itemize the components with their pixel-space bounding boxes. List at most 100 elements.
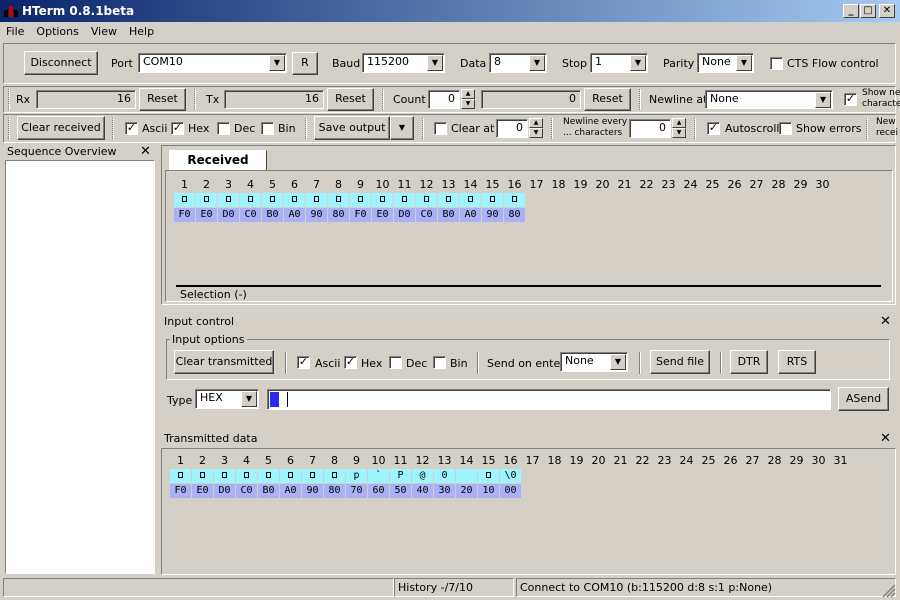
sequence-list[interactable] (5, 160, 155, 574)
ascii-cell[interactable] (460, 193, 481, 207)
refresh-ports-button[interactable]: R (292, 52, 318, 75)
ascii-cell[interactable] (280, 469, 301, 483)
grip-handle[interactable] (8, 118, 10, 139)
show-newline-checkbox[interactable]: ✓ (844, 93, 857, 106)
newline-at-select[interactable]: None ▼ (705, 90, 833, 109)
hex-cell[interactable]: 80 (504, 208, 525, 222)
hex-cell[interactable]: C0 (240, 208, 261, 222)
ascii-cell[interactable] (214, 469, 235, 483)
hex-cell[interactable]: D0 (214, 484, 235, 498)
spin-down-icon[interactable]: ▼ (461, 99, 475, 109)
hex-cell[interactable]: 00 (500, 484, 521, 498)
ascii-cell[interactable] (350, 193, 371, 207)
clear-transmitted-button[interactable]: Clear transmitted (174, 350, 274, 374)
rx-bin-checkbox[interactable] (261, 122, 274, 135)
menu-options[interactable]: Options (30, 22, 84, 38)
hex-cell[interactable]: C0 (416, 208, 437, 222)
newline-every-input[interactable]: 0 (629, 119, 671, 138)
transmitted-close-icon[interactable]: ✕ (880, 432, 891, 445)
tx-ascii-checkbox[interactable]: ✓ (297, 356, 310, 369)
ascii-cell[interactable]: @ (412, 469, 433, 483)
ascii-cell[interactable] (218, 193, 239, 207)
rts-button[interactable]: RTS (778, 350, 816, 374)
grip-handle[interactable] (382, 89, 384, 110)
maximize-button[interactable]: □ (860, 4, 876, 18)
grip-handle[interactable] (866, 118, 868, 139)
ascii-cell[interactable] (196, 193, 217, 207)
autoscroll-checkbox[interactable]: ✓ (707, 122, 720, 135)
spin-down-icon[interactable]: ▼ (529, 128, 543, 138)
rx-reset-button[interactable]: Reset (139, 88, 186, 111)
grip-handle[interactable] (551, 118, 553, 139)
menu-view[interactable]: View (85, 22, 123, 38)
grip-handle[interactable] (694, 118, 696, 139)
grip-handle[interactable] (194, 89, 196, 110)
ascii-cell[interactable] (324, 469, 345, 483)
ascii-cell[interactable]: \0 (500, 469, 521, 483)
clear-at-checkbox[interactable] (434, 122, 447, 135)
hex-cell[interactable]: 30 (434, 484, 455, 498)
hex-cell[interactable]: 20 (456, 484, 477, 498)
grip-handle[interactable] (8, 89, 10, 110)
rx-ascii-checkbox[interactable]: ✓ (125, 122, 138, 135)
close-button[interactable]: ✕ (879, 4, 895, 18)
ascii-cell[interactable] (174, 193, 195, 207)
hex-cell[interactable]: B0 (258, 484, 279, 498)
send-input[interactable] (267, 389, 831, 410)
hex-cell[interactable]: E0 (196, 208, 217, 222)
hex-cell[interactable]: 40 (412, 484, 433, 498)
ascii-cell[interactable] (262, 193, 283, 207)
ascii-cell[interactable]: p (346, 469, 367, 483)
hex-cell[interactable]: D0 (218, 208, 239, 222)
rx-dec-checkbox[interactable] (217, 122, 230, 135)
hex-cell[interactable]: 10 (478, 484, 499, 498)
hex-cell[interactable]: A0 (280, 484, 301, 498)
spin-down-icon[interactable]: ▼ (672, 128, 686, 138)
hex-cell[interactable]: 90 (306, 208, 327, 222)
hex-cell[interactable]: C0 (236, 484, 257, 498)
menu-file[interactable]: File (0, 22, 30, 38)
ascii-cell[interactable] (394, 193, 415, 207)
hex-cell[interactable]: 90 (302, 484, 323, 498)
hex-cell[interactable]: A0 (460, 208, 481, 222)
minimize-button[interactable]: _ (843, 4, 859, 18)
send-on-enter-select[interactable]: None ▼ (560, 352, 628, 372)
disconnect-button[interactable]: Disconnect (24, 51, 98, 75)
count-input[interactable]: 0 (428, 90, 460, 109)
ascii-cell[interactable] (236, 469, 257, 483)
spin-up-icon[interactable]: ▲ (461, 89, 475, 99)
grip-handle[interactable] (305, 118, 307, 139)
type-select[interactable]: HEX ▼ (195, 389, 259, 409)
ascii-cell[interactable] (302, 469, 323, 483)
data-bits-select[interactable]: 8 ▼ (489, 53, 547, 73)
ascii-cell[interactable] (192, 469, 213, 483)
resize-grip-icon[interactable] (882, 584, 896, 598)
cts-flow-checkbox[interactable] (770, 57, 783, 70)
ascii-cell[interactable] (284, 193, 305, 207)
input-control-close-icon[interactable]: ✕ (880, 315, 891, 328)
count-reset-button[interactable]: Reset (584, 88, 631, 111)
stop-bits-select[interactable]: 1 ▼ (590, 53, 648, 73)
menu-help[interactable]: Help (123, 22, 160, 38)
spin-up-icon[interactable]: ▲ (672, 118, 686, 128)
clear-received-button[interactable]: Clear received (17, 116, 105, 140)
sequence-close-icon[interactable]: ✕ (140, 145, 151, 158)
show-errors-checkbox[interactable] (779, 122, 792, 135)
ascii-cell[interactable] (478, 469, 499, 483)
hex-cell[interactable]: F0 (350, 208, 371, 222)
send-file-button[interactable]: Send file (650, 350, 710, 374)
tx-reset-button[interactable]: Reset (327, 88, 374, 111)
hex-cell[interactable]: B0 (438, 208, 459, 222)
ascii-cell[interactable]: ` (368, 469, 389, 483)
tx-dec-checkbox[interactable] (389, 356, 402, 369)
ascii-cell[interactable] (258, 469, 279, 483)
port-select[interactable]: COM10 ▼ (138, 53, 287, 73)
ascii-cell[interactable] (240, 193, 261, 207)
ascii-cell[interactable]: P (390, 469, 411, 483)
hex-cell[interactable]: F0 (170, 484, 191, 498)
parity-select[interactable]: None ▼ (697, 53, 754, 73)
spin-up-icon[interactable]: ▲ (529, 118, 543, 128)
hex-cell[interactable]: 90 (482, 208, 503, 222)
ascii-cell[interactable] (438, 193, 459, 207)
ascii-cell[interactable]: 0 (434, 469, 455, 483)
